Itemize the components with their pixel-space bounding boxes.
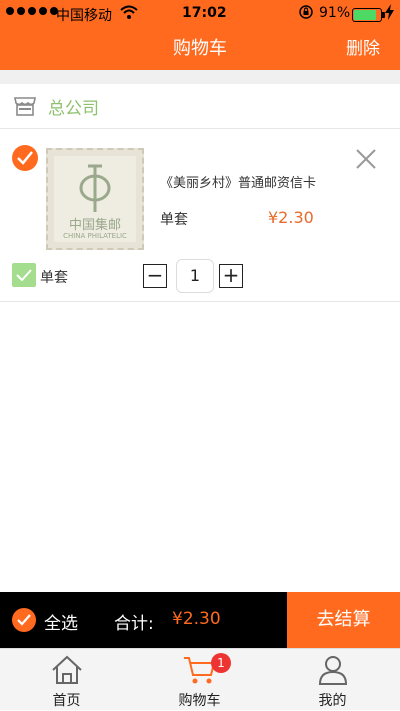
checkout-button[interactable]: 去结算 bbox=[287, 592, 400, 648]
user-icon bbox=[318, 656, 347, 685]
page-title: 购物车 bbox=[173, 38, 227, 59]
sku-label: 单套 bbox=[40, 270, 68, 286]
product-name[interactable]: 《美丽乡村》普通邮资信卡 bbox=[160, 172, 316, 191]
product-price: ¥2.30 bbox=[268, 208, 314, 227]
tab-label: 购物车 bbox=[178, 693, 221, 709]
home-icon bbox=[51, 655, 82, 684]
charging-icon bbox=[385, 4, 394, 24]
product-thumbnail[interactable]: 中国集邮 CHINA PHILATELIC bbox=[46, 148, 144, 250]
tab-label: 我的 bbox=[318, 693, 347, 709]
tab-bar: 首页 1 购物车 我的 bbox=[0, 648, 400, 710]
quantity-input[interactable]: 1 bbox=[176, 259, 214, 293]
battery-percent: 91% bbox=[319, 5, 351, 21]
remove-item-icon[interactable] bbox=[354, 147, 378, 171]
stamp-logo: 中国集邮 CHINA PHILATELIC bbox=[54, 156, 136, 242]
stamp-subtext: CHINA PHILATELIC bbox=[63, 232, 127, 240]
store-header: 总公司 bbox=[0, 84, 400, 129]
decrease-button[interactable]: − bbox=[143, 264, 167, 288]
battery-icon bbox=[352, 8, 385, 22]
delete-button[interactable]: 删除 bbox=[346, 34, 380, 59]
tab-home[interactable]: 首页 bbox=[0, 649, 133, 711]
checkout-bar: 全选 合计: ¥2.30 去结算 bbox=[0, 592, 400, 648]
status-bar: 中国移动 17:02 91% bbox=[0, 0, 400, 28]
select-all-label[interactable]: 全选 bbox=[44, 609, 78, 634]
cart-item: 中国集邮 CHINA PHILATELIC 《美丽乡村》普通邮资信卡 单套 ¥2… bbox=[0, 129, 400, 302]
nav-bar: 购物车 删除 bbox=[0, 28, 400, 70]
product-spec: 单套 bbox=[160, 212, 188, 228]
select-all-checkbox[interactable] bbox=[12, 608, 36, 632]
section-divider bbox=[0, 70, 400, 84]
increase-button[interactable]: + bbox=[219, 264, 243, 288]
stamp-text: 中国集邮 bbox=[68, 218, 121, 233]
wifi-icon bbox=[120, 4, 138, 24]
store-icon bbox=[14, 96, 36, 116]
clock: 17:02 bbox=[182, 5, 227, 21]
carrier-name: 中国移动 bbox=[56, 8, 112, 24]
cart-badge: 1 bbox=[211, 653, 231, 673]
rotation-lock-icon bbox=[298, 4, 314, 24]
tab-label: 首页 bbox=[52, 693, 81, 709]
tab-cart[interactable]: 1 购物车 bbox=[133, 649, 266, 711]
store-name: 总公司 bbox=[48, 99, 99, 119]
sku-checkbox[interactable] bbox=[12, 263, 36, 287]
total-value: ¥2.30 bbox=[172, 609, 221, 629]
total-label: 合计: bbox=[114, 614, 154, 634]
signal-icon bbox=[6, 7, 58, 15]
item-checkbox[interactable] bbox=[12, 145, 38, 171]
tab-profile[interactable]: 我的 bbox=[266, 649, 399, 711]
